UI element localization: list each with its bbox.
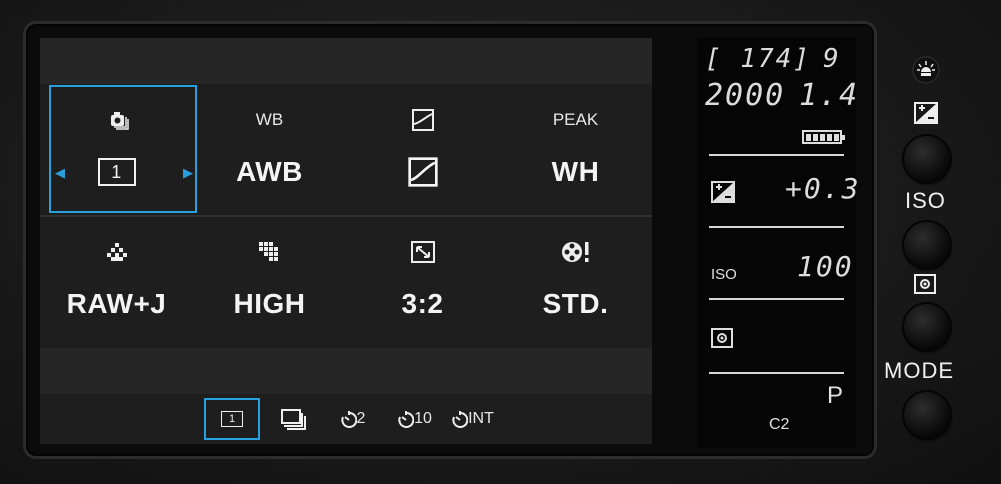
light-icon (912, 56, 940, 84)
setting-tone[interactable] (346, 84, 499, 216)
self-timer-icon (398, 411, 415, 428)
custom-setting: C2 (769, 416, 790, 433)
iso-label: ISO (711, 266, 737, 283)
wb-label: WB (255, 110, 284, 129)
setting-quality[interactable]: RAW+J (40, 216, 193, 348)
self-timer-10-option[interactable]: 10 (390, 404, 440, 434)
lcd-divider (709, 298, 844, 300)
self-timer-icon (340, 411, 357, 428)
setting-aspect[interactable]: 3:2 (346, 216, 499, 348)
exposure-comp-button-icon (914, 102, 938, 124)
wb-value: AWB (236, 156, 303, 187)
grid-divider (40, 215, 652, 217)
bottom-band (40, 348, 652, 394)
iso-button[interactable] (904, 222, 950, 268)
exposure-comp-icon (711, 181, 735, 203)
self-timer-2-label: 2 (356, 410, 366, 427)
quality-value: RAW+J (66, 288, 167, 319)
drive-single-option[interactable]: 1 (204, 398, 260, 440)
aspect-value: 3:2 (401, 288, 444, 319)
setting-size[interactable]: HIGH (193, 216, 346, 348)
exposure-comp-button[interactable] (904, 136, 950, 182)
mode-button-label: MODE (884, 358, 954, 383)
tone-value-icon (346, 152, 499, 192)
iso-button-label: ISO (905, 188, 946, 213)
image-quality-icon (40, 238, 193, 266)
lcd-divider (709, 372, 844, 374)
arrow-left-icon[interactable]: ◀ (55, 165, 65, 181)
peak-value: WH (551, 156, 600, 187)
arrow-right-icon[interactable]: ▶ (183, 165, 193, 181)
drive-bar: 1 2 10 INT (40, 394, 652, 444)
aspect-ratio-icon (346, 238, 499, 266)
shutter-speed: 2000 (705, 78, 786, 113)
color-value: STD. (542, 288, 609, 319)
selection-frame (49, 85, 197, 213)
metering-button[interactable] (904, 304, 950, 350)
aperture: 1.4 (799, 78, 860, 113)
interval-option[interactable]: INT (448, 404, 498, 434)
self-timer-2-option[interactable]: 2 (330, 404, 376, 434)
self-timer-10-label: 10 (414, 410, 432, 427)
size-value: HIGH (233, 288, 306, 319)
peak-label: PEAK (552, 110, 599, 129)
interval-label: INT (468, 410, 494, 427)
iso-value: 100 (797, 250, 854, 283)
setting-peak[interactable]: PEAK WH (499, 84, 652, 216)
metering-button-icon (914, 274, 936, 294)
exposure-comp-value: +0.3 (785, 172, 861, 205)
tone-curve-icon (346, 106, 499, 134)
setting-color[interactable]: STD. (499, 216, 652, 348)
shots-remaining: [ 174] (705, 44, 811, 74)
battery-icon (802, 130, 845, 144)
color-mode-icon (499, 238, 652, 266)
lcd-divider (709, 226, 844, 228)
metering-icon (711, 328, 733, 348)
frame-counter: 9 (823, 44, 841, 74)
setting-wb[interactable]: WB AWB (193, 84, 346, 216)
continuous-shooting-icon[interactable] (274, 404, 314, 434)
mode-button[interactable] (904, 392, 950, 438)
image-size-icon (193, 238, 346, 266)
exposure-mode: P (827, 382, 844, 409)
lcd-divider (709, 154, 844, 156)
top-lcd: [ 174] 9 2000 1.4 +0.3 ISO 100 P C2 (697, 38, 860, 448)
top-band (40, 38, 652, 84)
drive-single-label: 1 (221, 411, 243, 427)
interval-timer-icon (452, 411, 469, 428)
